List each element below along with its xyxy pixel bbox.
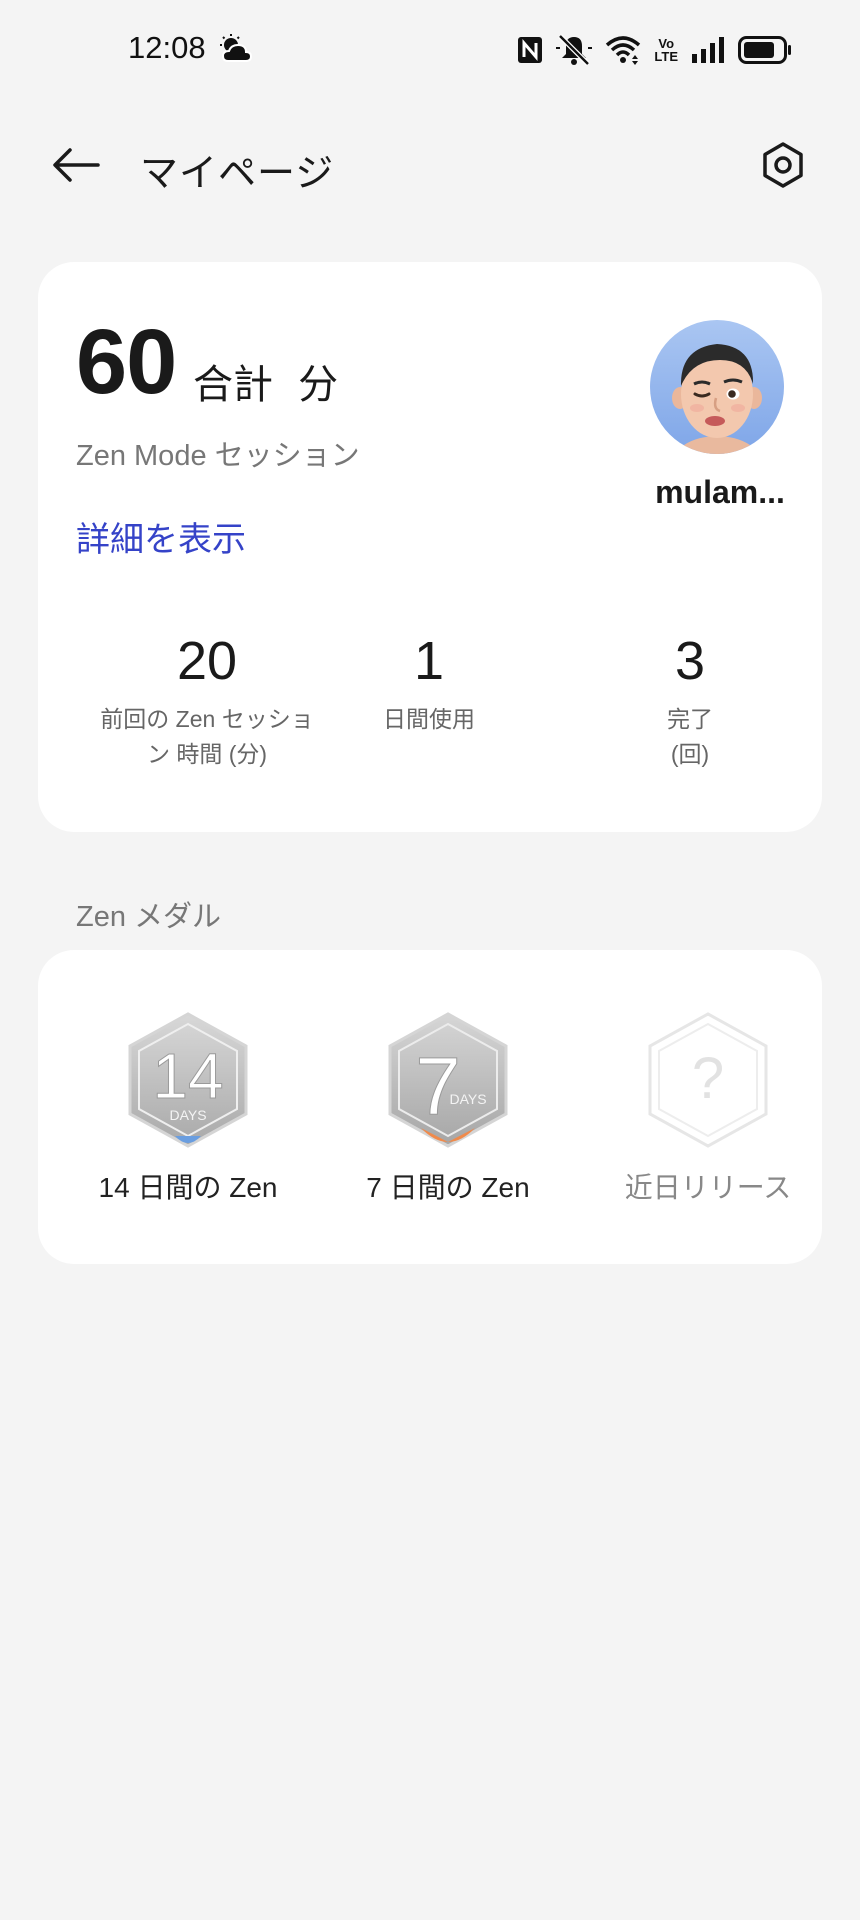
medal-14-days-icon: 14 DAYS xyxy=(128,1012,248,1148)
total-minutes-value: 60 xyxy=(76,311,177,413)
medal-label: 14 日間の Zen xyxy=(98,1172,278,1203)
stat-days-used: 1 日間使用 xyxy=(314,634,544,737)
page-title: マイページ xyxy=(140,153,335,195)
stat-label-line: ン 時間 (分) xyxy=(146,741,268,767)
stat-label-line: 完了 xyxy=(667,706,713,732)
medal-number: 7 xyxy=(415,1041,461,1132)
status-bar: 12:08 Vo LTE xyxy=(0,0,860,100)
nfc-icon xyxy=(517,36,543,64)
stat-completed: 3 完了 (回) xyxy=(575,634,805,772)
stat-label: 前回の Zen セッショ ン 時間 (分) xyxy=(92,702,322,772)
stat-value: 3 xyxy=(674,631,706,691)
stat-value: 20 xyxy=(176,631,238,691)
stat-label-line: 前回の Zen セッショ xyxy=(100,706,314,732)
view-details-link[interactable]: 詳細を表示 xyxy=(76,512,246,561)
settings-button[interactable] xyxy=(758,140,808,190)
medal-label: 近日リリース xyxy=(624,1172,792,1203)
silent-icon xyxy=(556,34,593,66)
stat-label-line: 日間使用 xyxy=(383,706,475,732)
session-label: Zen Mode セッション xyxy=(76,440,360,472)
volte-icon: Vo LTE xyxy=(654,37,678,63)
status-time: 12:08 xyxy=(128,30,206,65)
medals-section-title: Zen メダル xyxy=(76,901,222,933)
medals-card: 14 DAYS 14 日間の Zen 7 DAYS 7 日間の Zen ? 近日… xyxy=(38,950,822,1264)
medal-number: 14 xyxy=(152,1040,223,1112)
stat-label: 完了 (回) xyxy=(575,702,805,772)
weather-icon xyxy=(220,34,253,64)
medal-days: DAYS xyxy=(169,1107,206,1123)
medal-coming-soon[interactable]: ? 近日リリース xyxy=(588,1010,828,1206)
battery-icon xyxy=(738,36,792,64)
stat-value: 1 xyxy=(413,631,445,691)
volte-line2: LTE xyxy=(654,49,678,64)
medal-14-days[interactable]: 14 DAYS 14 日間の Zen xyxy=(68,1010,308,1206)
medal-days: DAYS xyxy=(449,1091,486,1107)
summary-card: 60 合計 分 Zen Mode セッション 詳細を表示 mulam... 20… xyxy=(38,262,822,832)
signal-icon xyxy=(691,37,725,63)
medal-label: 7 日間の Zen xyxy=(366,1172,530,1203)
medal-7-days-icon: 7 DAYS xyxy=(388,1012,508,1148)
avatar[interactable] xyxy=(650,320,784,454)
medal-7-days[interactable]: 7 DAYS 7 日間の Zen xyxy=(328,1010,568,1206)
stat-last-session: 20 前回の Zen セッショ ン 時間 (分) xyxy=(92,634,322,772)
total-minutes-unit: 合計 分 xyxy=(193,363,339,407)
stat-label: 日間使用 xyxy=(314,702,544,737)
status-icons: Vo LTE xyxy=(517,32,792,68)
arrow-left-icon xyxy=(53,148,100,182)
username: mulam... xyxy=(655,474,785,510)
back-button[interactable] xyxy=(48,142,104,188)
stat-label-line: (回) xyxy=(670,741,710,767)
medal-locked-icon: ? xyxy=(648,1012,768,1148)
wifi-icon xyxy=(605,35,641,65)
settings-icon xyxy=(763,142,803,188)
medal-question-mark: ? xyxy=(692,1046,724,1111)
page-header: マイページ xyxy=(0,120,860,210)
